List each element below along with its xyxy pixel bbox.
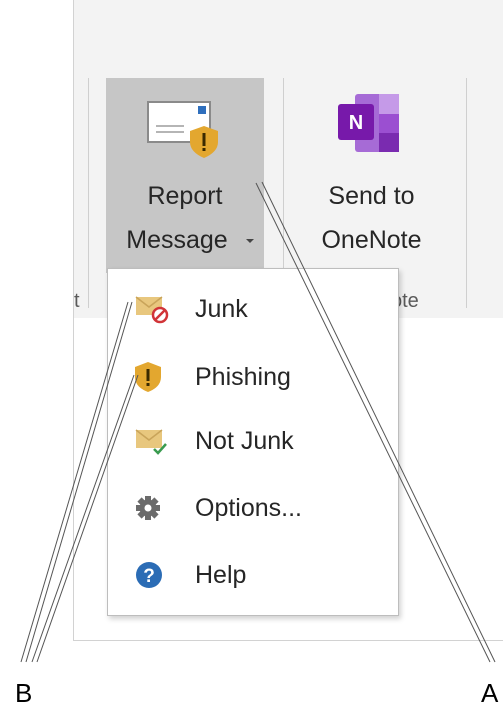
ribbon-divider (466, 78, 467, 308)
chevron-down-icon (246, 239, 254, 243)
menu-item-options[interactable]: Options... (108, 478, 398, 538)
menu-item-label: Junk (195, 295, 248, 323)
onenote-label-line2: OneNote (321, 226, 422, 254)
onenote-icon-letter: N (349, 112, 363, 134)
callout-label-a: A (481, 678, 499, 708)
phishing-icon (135, 362, 161, 392)
send-to-onenote-button[interactable]: N Send to OneNote (283, 78, 460, 273)
help-icon: ? (136, 562, 162, 588)
junk-icon (135, 296, 169, 324)
menu-item-label: Not Junk (195, 427, 294, 455)
menu-item-not-junk[interactable]: Not Junk (108, 411, 398, 471)
menu-item-label: Phishing (195, 363, 291, 391)
svg-text:?: ? (143, 566, 155, 587)
menu-item-help[interactable]: ? Help (108, 545, 398, 605)
not-junk-icon (135, 429, 167, 455)
group-label-fragment: t (74, 290, 80, 312)
report-message-icon (147, 101, 218, 158)
ribbon-divider (88, 78, 89, 308)
gear-icon (136, 496, 160, 520)
menu-item-label: Help (195, 561, 247, 589)
onenote-label-line1: Send to (328, 182, 415, 210)
menu-item-phishing[interactable]: Phishing (108, 347, 398, 407)
callout-label-b: B (15, 678, 33, 708)
menu-item-label: Options... (195, 494, 302, 522)
report-message-menu: Junk Phishing Not Junk Options... ? Help (107, 268, 399, 616)
menu-item-junk[interactable]: Junk (108, 279, 398, 339)
report-message-button[interactable]: Report Message (106, 78, 264, 273)
report-label-line2: Message (126, 226, 228, 254)
report-label-line1: Report (147, 182, 223, 210)
onenote-icon: N (338, 94, 399, 152)
